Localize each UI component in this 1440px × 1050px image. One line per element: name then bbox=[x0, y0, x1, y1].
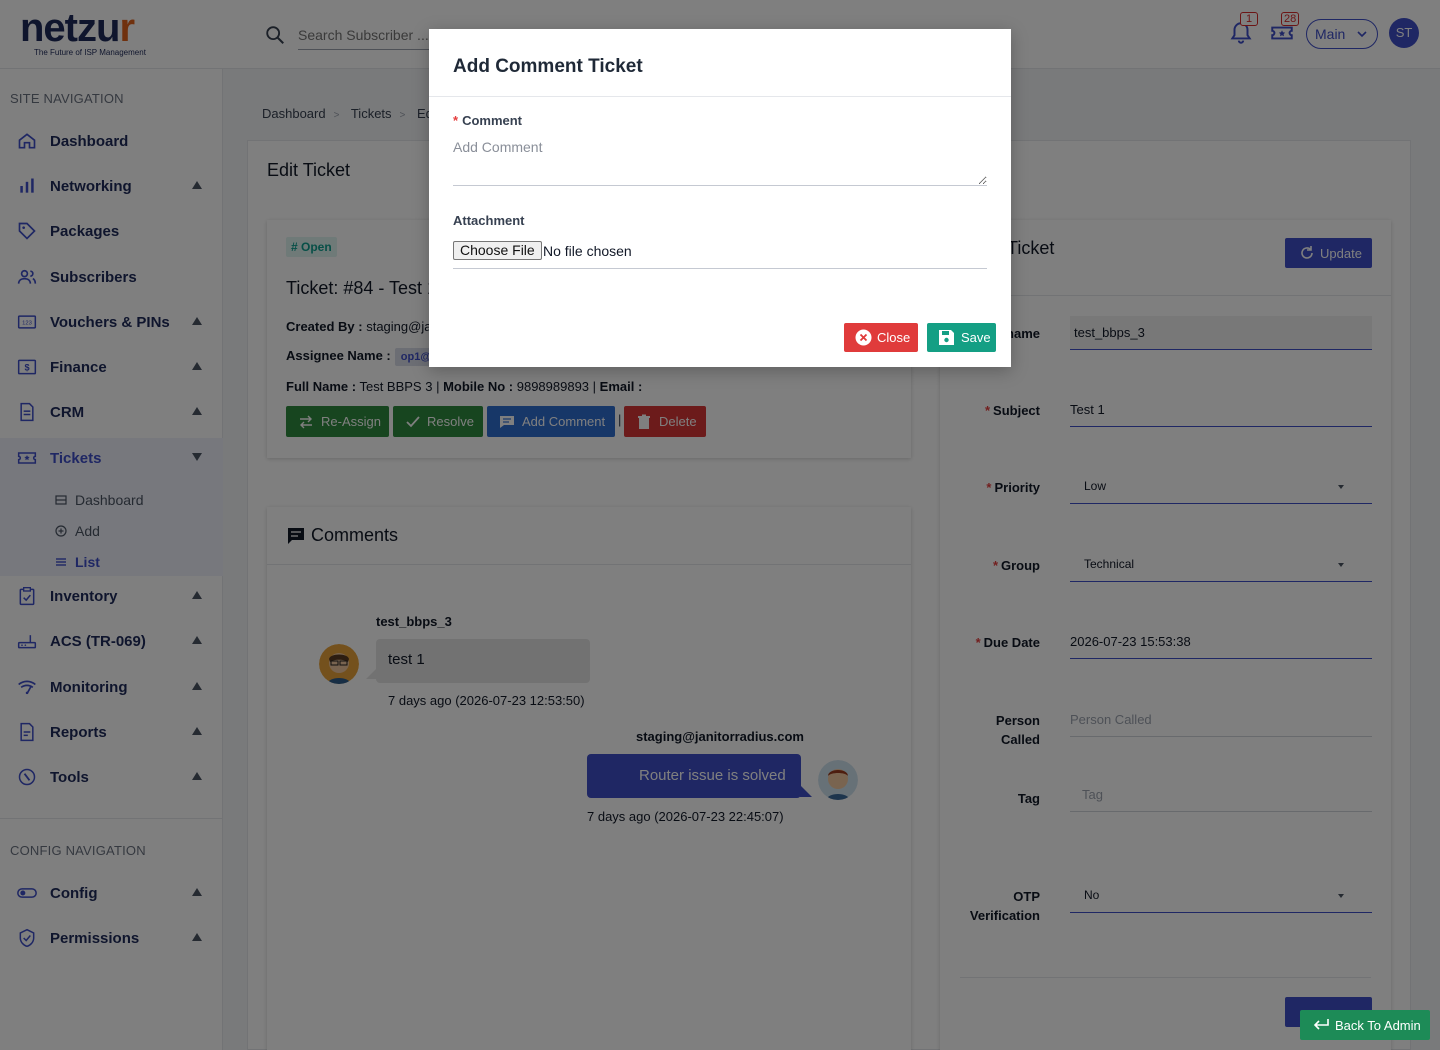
return-arrow-icon bbox=[1313, 1019, 1329, 1030]
comment-textarea[interactable] bbox=[453, 139, 987, 186]
back-to-admin-button[interactable]: Back To Admin bbox=[1300, 1010, 1430, 1040]
attachment-file-input: Choose File No file chosen bbox=[453, 240, 987, 269]
attachment-label: Attachment bbox=[453, 213, 525, 228]
save-icon bbox=[939, 330, 954, 345]
modal-title: Add Comment Ticket bbox=[453, 56, 643, 77]
save-button[interactable]: Save bbox=[927, 323, 996, 352]
comment-label: * Comment bbox=[453, 113, 523, 128]
file-status-text: No file chosen bbox=[543, 243, 632, 259]
choose-file-button[interactable]: Choose File bbox=[453, 241, 542, 260]
add-comment-modal: Add Comment Ticket *Comment Attachment C… bbox=[429, 29, 1011, 367]
close-circle-icon bbox=[855, 329, 872, 346]
close-button[interactable]: Close bbox=[844, 323, 918, 352]
